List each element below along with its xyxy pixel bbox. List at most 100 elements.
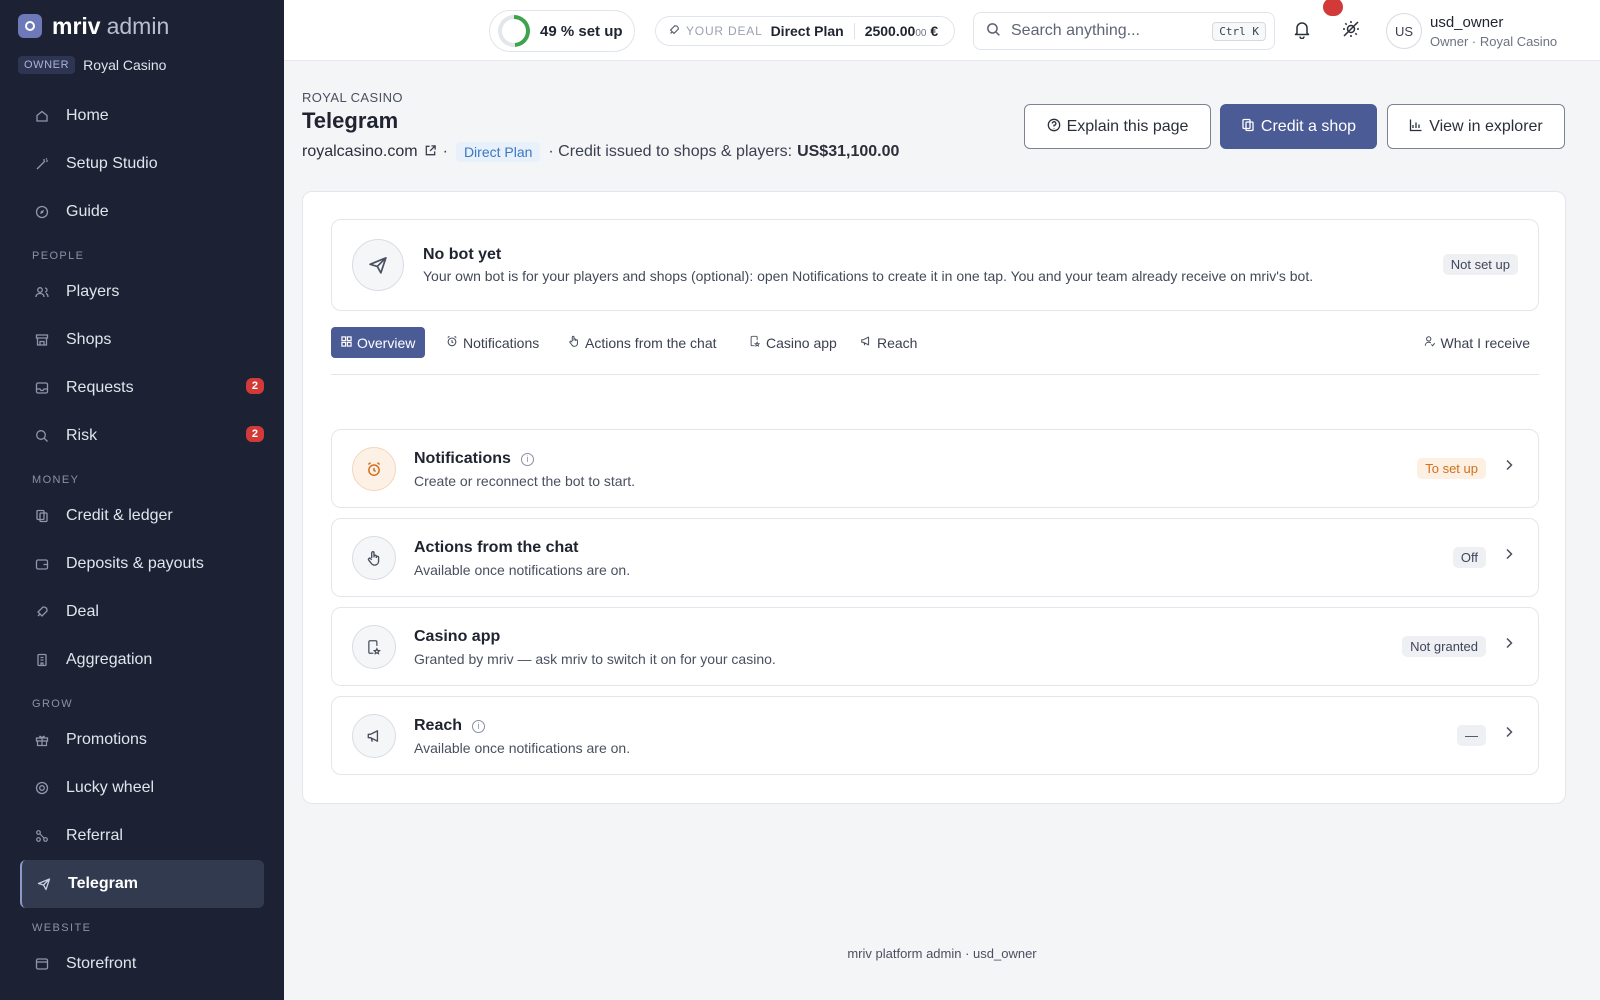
gift-icon [34, 732, 50, 748]
store-icon [34, 332, 50, 348]
external-link-icon[interactable] [424, 144, 437, 160]
feature-title-text: Notifications [414, 450, 511, 467]
tab-label: Casino app [766, 334, 837, 351]
credit-shop-button[interactable]: Credit a shop [1220, 104, 1377, 149]
sidebar-item-requests[interactable]: Requests 2 [20, 364, 264, 412]
deal-amount-small: 00 [915, 28, 927, 39]
building-icon [34, 652, 50, 668]
sidebar-item-storefront[interactable]: Storefront [20, 940, 264, 988]
ledger-icon [34, 508, 50, 524]
sidebar-item-deposits-payouts[interactable]: Deposits & payouts [20, 540, 264, 588]
sidebar: mriv admin OWNER Royal Casino Home Setup… [0, 0, 284, 1000]
view-explorer-button[interactable]: View in explorer [1387, 104, 1565, 149]
credit-text: · Credit issued to shops & players: [548, 143, 793, 160]
deal-plan: Direct Plan [770, 23, 844, 39]
home-icon [34, 108, 50, 124]
rocket-icon [34, 604, 50, 620]
status-badge: Not granted [1402, 636, 1486, 657]
sidebar-item-label: Promotions [66, 731, 147, 748]
sidebar-item-label: Shops [66, 331, 112, 348]
sidebar-item-label: Deposits & payouts [66, 555, 204, 572]
user-name[interactable]: usd_owner [1430, 14, 1503, 31]
bell-icon [1292, 19, 1312, 44]
chevron-right-icon [1504, 636, 1514, 654]
sidebar-item-credit-ledger[interactable]: Credit & ledger [20, 492, 264, 540]
sidebar-item-label: Requests [66, 379, 134, 396]
alarm-icon [446, 335, 458, 350]
avatar[interactable]: US [1386, 13, 1422, 49]
deal-pill[interactable]: YOUR DEAL Direct Plan 2500.0000 € [655, 16, 955, 46]
feature-row-actions-from-chat[interactable]: Actions from the chat Available once not… [331, 518, 1539, 597]
chevron-right-icon [1504, 458, 1514, 476]
feature-row-casino-app[interactable]: Casino app Granted by mriv — ask mriv to… [331, 607, 1539, 686]
tab-reach[interactable]: Reach [860, 327, 917, 358]
feature-title: Notifications i [414, 450, 534, 468]
sidebar-item-label: Guide [66, 203, 109, 220]
chevron-right-icon [1504, 547, 1514, 565]
info-icon[interactable]: i [520, 452, 534, 466]
tab-overview[interactable]: Overview [331, 327, 426, 358]
meta-separator: · [442, 143, 448, 160]
search-alert-icon [34, 428, 50, 444]
sidebar-item-home[interactable]: Home [20, 92, 264, 140]
hand-pointer-icon [568, 335, 580, 350]
sidebar-item-setup-studio[interactable]: Setup Studio [20, 140, 264, 188]
section-label-money: MONEY [32, 474, 80, 486]
site-link[interactable]: royalcasino.com [302, 143, 418, 161]
feature-title: Actions from the chat [414, 539, 578, 557]
feature-row-notifications[interactable]: Notifications i Create or reconnect the b… [331, 429, 1539, 508]
sidebar-item-label: Credit & ledger [66, 507, 173, 524]
user-role: Owner · Royal Casino [1430, 34, 1558, 49]
sidebar-item-shops[interactable]: Shops [20, 316, 264, 364]
page-footer: mriv platform admin · usd_owner [847, 946, 1037, 961]
role-pill: OWNER [18, 56, 76, 74]
sidebar-item-label: Players [66, 283, 120, 300]
sidebar-item-label: Risk [66, 427, 98, 444]
sidebar-item-players[interactable]: Players [20, 268, 264, 316]
setup-progress-label: 49 % set up [540, 22, 623, 40]
sidebar-item-lucky-wheel[interactable]: Lucky wheel [20, 764, 264, 812]
feature-title-text: Reach [414, 717, 463, 734]
explain-page-button[interactable]: Explain this page [1024, 104, 1211, 149]
compass-icon [34, 204, 50, 220]
browser-icon [34, 956, 50, 972]
what-i-receive-link[interactable]: What I receive [1424, 327, 1530, 358]
sidebar-item-promotions[interactable]: Promotions [20, 716, 264, 764]
search-shortcut: Ctrl K [1212, 21, 1266, 41]
sidebar-item-guide[interactable]: Guide [20, 188, 264, 236]
feature-description: Create or reconnect the bot to start. [414, 473, 636, 489]
section-label-website: WEBSITE [32, 922, 92, 934]
sidebar-item-referral[interactable]: Referral [20, 812, 264, 860]
feature-row-reach[interactable]: Reach i Available once notifications are … [331, 696, 1539, 775]
status-badge: — [1457, 725, 1486, 746]
tab-actions-from-chat[interactable]: Actions from the chat [568, 327, 717, 358]
setup-progress-ring [498, 15, 530, 47]
sidebar-item-risk[interactable]: Risk 2 [20, 412, 264, 460]
topbar: 49 % set up YOUR DEAL Direct Plan 2500.0… [284, 0, 1600, 61]
credit-shop-label: Credit a shop [1260, 117, 1357, 135]
sidebar-item-label: Referral [66, 827, 123, 844]
section-label-people: PEOPLE [32, 250, 85, 262]
setup-progress-pill[interactable]: 49 % set up [489, 10, 635, 52]
status-badge: Off [1452, 547, 1486, 568]
info-icon[interactable]: i [472, 719, 486, 733]
notifications-bell[interactable] [1289, 18, 1315, 44]
sidebar-item-telegram[interactable]: Telegram [20, 860, 264, 908]
tab-notifications[interactable]: Notifications [446, 327, 539, 358]
send-icon [352, 239, 404, 291]
sun-off-icon [1341, 19, 1361, 44]
page-meta: royalcasino.com · Direct Plan · Credit i… [302, 142, 899, 162]
view-explorer-label: View in explorer [1429, 117, 1543, 135]
sidebar-item-aggregation[interactable]: Aggregation [20, 636, 264, 684]
page-title: Telegram [302, 108, 399, 133]
brand[interactable]: mriv admin [0, 0, 284, 40]
phone-star-icon [749, 335, 761, 350]
sidebar-item-label: Deal [66, 603, 99, 620]
bot-description: Your own bot is for your players and sho… [423, 268, 1314, 284]
wheel-icon [34, 780, 50, 796]
sidebar-item-deal[interactable]: Deal [20, 588, 264, 636]
search-input[interactable] [1011, 22, 1201, 40]
theme-toggle[interactable] [1338, 18, 1364, 44]
tab-casino-app[interactable]: Casino app [749, 327, 837, 358]
search-box[interactable]: Ctrl K [973, 12, 1275, 50]
